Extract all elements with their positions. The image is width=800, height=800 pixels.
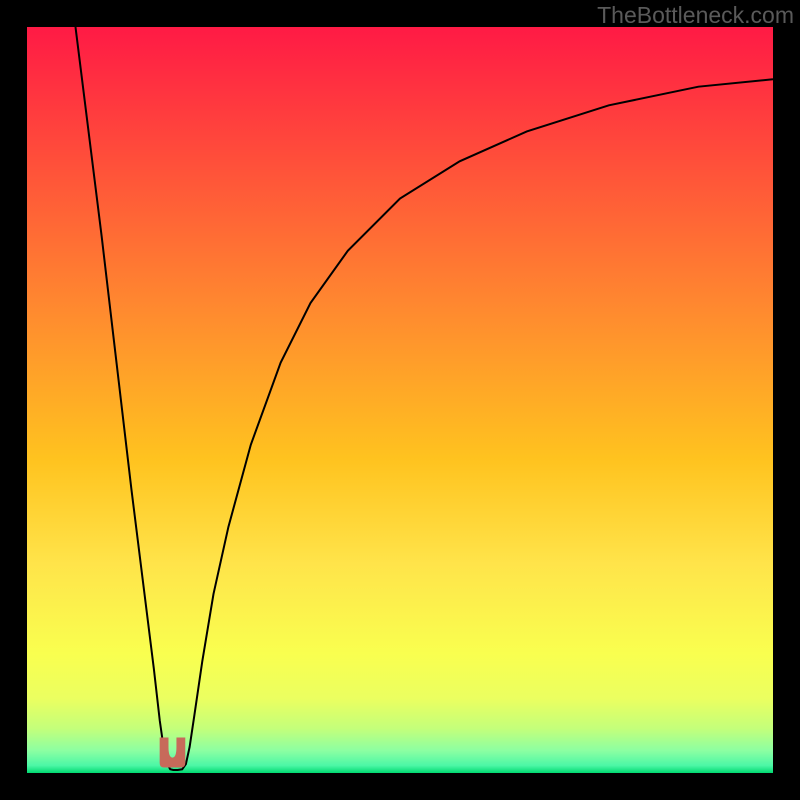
gradient-background — [27, 27, 773, 773]
plot-area — [27, 27, 773, 773]
watermark-text: TheBottleneck.com — [597, 2, 794, 29]
chart-svg — [27, 27, 773, 773]
chart-container: TheBottleneck.com — [0, 0, 800, 800]
